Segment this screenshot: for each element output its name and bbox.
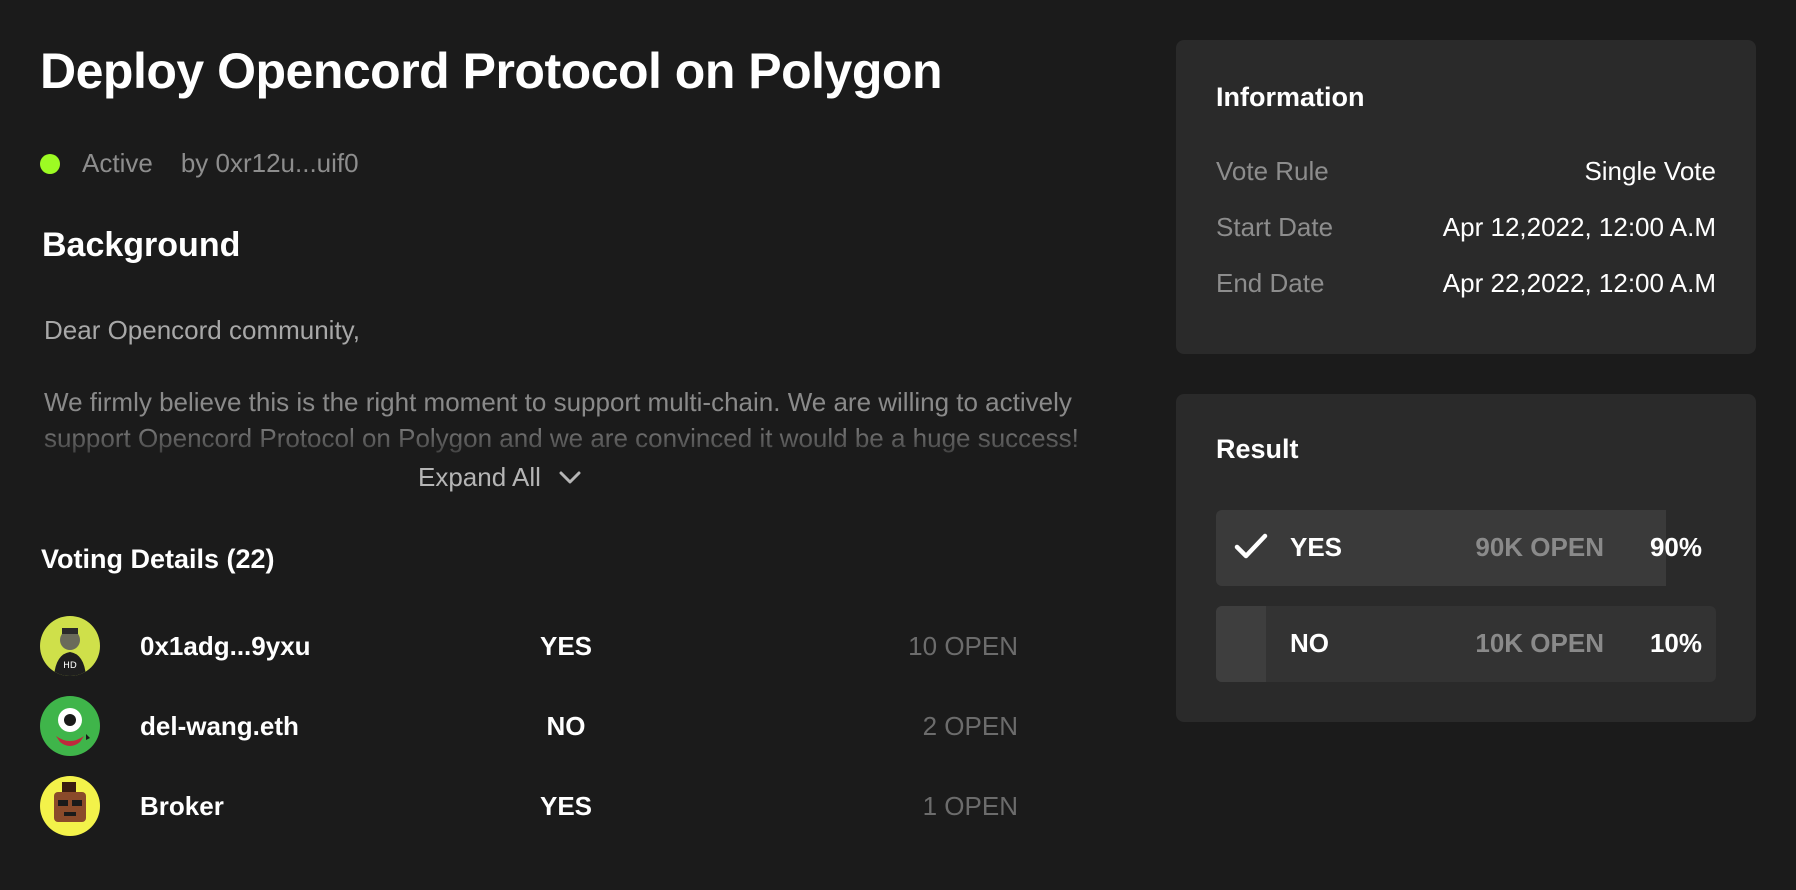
information-heading: Information: [1216, 82, 1365, 112]
background-heading: Background: [42, 226, 241, 264]
checkmark-icon: [1234, 533, 1268, 559]
vote-row[interactable]: del-wang.eth NO 2 OPEN: [40, 696, 1020, 756]
vote-choice: YES: [539, 630, 593, 661]
avatar: HD: [40, 616, 100, 676]
vote-row[interactable]: Broker YES 1 OPEN: [40, 776, 1020, 836]
vote-power: 2 OPEN: [922, 710, 1018, 741]
result-option-yes: YES 90K OPEN 90%: [1216, 510, 1716, 586]
info-row-vote-rule: Vote Rule Single Vote: [1216, 154, 1716, 188]
voter-avatar-image: HD: [40, 616, 100, 676]
info-value: Apr 12,2022, 12:00 A.M: [1442, 211, 1716, 242]
proposal-status-row: Active by 0xr12u...uif0: [40, 148, 359, 179]
info-label: Vote Rule: [1216, 155, 1329, 186]
expand-all-button[interactable]: Expand All: [418, 462, 581, 493]
voter-avatar-image: [40, 696, 100, 756]
svg-text:HD: HD: [63, 661, 77, 671]
result-label: NO: [1290, 628, 1329, 658]
proposal-page: Deploy Opencord Protocol on Polygon Acti…: [0, 0, 1796, 890]
result-percent: 90%: [1649, 532, 1702, 562]
voter-name[interactable]: 0x1adg...9yxu: [140, 631, 311, 662]
vote-row[interactable]: HD 0x1adg...9yxu YES 10 OPEN: [40, 616, 1020, 676]
avatar: [40, 696, 100, 756]
active-status-dot: [40, 153, 60, 174]
info-label: Start Date: [1216, 211, 1334, 242]
info-value: Apr 22,2022, 12:00 A.M: [1442, 267, 1716, 298]
result-card: Result YES 90K OPEN 90% NO 10K OPEN 10%: [1176, 394, 1756, 722]
voter-avatar-image: [40, 776, 100, 836]
result-heading: Result: [1216, 434, 1299, 464]
proposal-title: Deploy Opencord Protocol on Polygon: [40, 43, 942, 99]
chevron-down-icon: [559, 471, 581, 483]
status-label: Active: [82, 148, 153, 178]
info-row-start-date: Start Date Apr 12,2022, 12:00 A.M: [1216, 210, 1716, 244]
vote-power: 1 OPEN: [922, 790, 1018, 821]
voting-details-heading: Voting Details (22): [41, 544, 275, 574]
voter-name[interactable]: Broker: [140, 791, 224, 822]
voter-name[interactable]: del-wang.eth: [140, 711, 299, 742]
info-row-end-date: End Date Apr 22,2022, 12:00 A.M: [1216, 266, 1716, 300]
result-label: YES: [1290, 532, 1343, 562]
avatar: [40, 776, 100, 836]
info-value: Single Vote: [1584, 155, 1716, 186]
result-option-no: NO 10K OPEN 10%: [1216, 606, 1716, 682]
result-amount: 10K OPEN: [1475, 628, 1604, 658]
result-percent: 10%: [1649, 628, 1702, 658]
result-amount: 90K OPEN: [1475, 532, 1604, 562]
information-card: Information Vote Rule Single Vote Start …: [1176, 40, 1756, 354]
result-fill: [1216, 606, 1266, 682]
vote-choice: NO: [546, 710, 586, 741]
vote-choice: YES: [539, 790, 593, 821]
expand-all-label: Expand All: [418, 462, 541, 492]
info-label: End Date: [1216, 267, 1325, 298]
author-link[interactable]: by 0xr12u...uif0: [181, 148, 359, 179]
vote-power: 10 OPEN: [908, 630, 1018, 661]
body-greeting: Dear Opencord community,: [44, 315, 360, 345]
